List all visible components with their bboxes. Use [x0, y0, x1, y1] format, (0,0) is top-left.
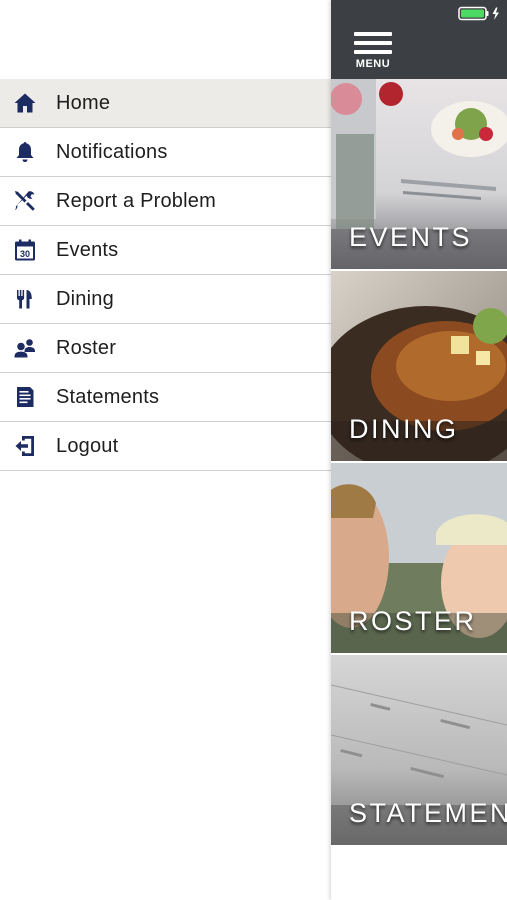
- calendar-icon: 30: [12, 237, 38, 263]
- hamburger-menu-button[interactable]: MENU: [353, 32, 393, 72]
- menu-item-label: Events: [56, 238, 119, 261]
- menu-list: Home Notifications Report a Problem 30 E…: [0, 79, 331, 471]
- main-panel: MENU EVENTS DINING ROSTER STATEMEN: [331, 0, 507, 900]
- menu-item-label: Notifications: [56, 140, 168, 163]
- people-icon: [12, 335, 38, 361]
- fork-knife-icon: [12, 286, 38, 312]
- statements-tile[interactable]: STATEMENTS: [331, 655, 507, 845]
- events-tile[interactable]: EVENTS: [331, 79, 507, 269]
- calendar-day-text: 30: [20, 249, 30, 259]
- menu-button-label: MENU: [355, 58, 391, 70]
- logout-icon: [12, 433, 38, 459]
- events-tile-label: EVENTS: [349, 222, 473, 252]
- top-bar: MENU: [331, 0, 507, 79]
- menu-item-label: Roster: [56, 336, 117, 359]
- menu-item-label: Home: [56, 91, 111, 114]
- menu-item-label: Dining: [56, 287, 114, 310]
- menu-item-report-problem[interactable]: Report a Problem: [0, 177, 331, 226]
- tools-icon: [12, 188, 38, 214]
- roster-tile[interactable]: ROSTER: [331, 463, 507, 653]
- menu-item-roster[interactable]: Roster: [0, 324, 331, 373]
- battery-icon: [458, 6, 504, 27]
- menu-item-statements[interactable]: Statements: [0, 373, 331, 422]
- navigation-drawer: Home Notifications Report a Problem 30 E…: [0, 0, 331, 900]
- menu-item-label: Report a Problem: [56, 189, 216, 212]
- bell-icon: [12, 139, 38, 165]
- menu-item-notifications[interactable]: Notifications: [0, 128, 331, 177]
- main-panel-bottom: [331, 845, 507, 900]
- menu-item-home[interactable]: Home: [0, 79, 331, 128]
- dining-tile-label: DINING: [349, 414, 459, 444]
- roster-tile-label: ROSTER: [349, 606, 477, 636]
- dining-tile[interactable]: DINING: [331, 271, 507, 461]
- statements-tile-label: STATEMENTS: [349, 798, 507, 828]
- document-icon: [12, 384, 38, 410]
- home-icon: [12, 90, 38, 116]
- menu-item-events[interactable]: 30 Events: [0, 226, 331, 275]
- menu-item-logout[interactable]: Logout: [0, 422, 331, 471]
- menu-item-label: Logout: [56, 434, 119, 457]
- menu-item-label: Statements: [56, 385, 160, 408]
- menu-item-dining[interactable]: Dining: [0, 275, 331, 324]
